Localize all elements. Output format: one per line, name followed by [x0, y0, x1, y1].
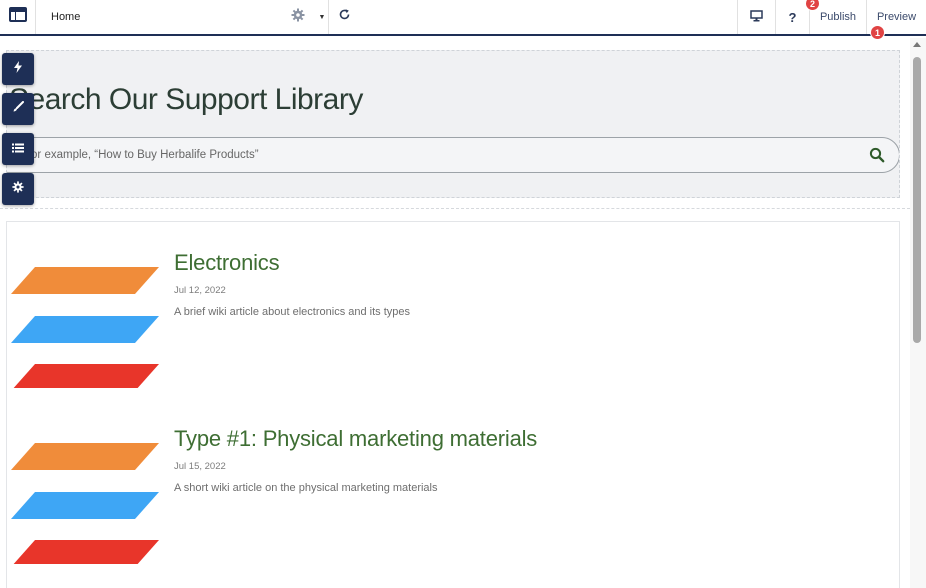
page-selector[interactable]: Home [36, 0, 280, 34]
preview-label: Preview [876, 11, 917, 23]
magnifier-icon[interactable] [869, 147, 885, 168]
scrollbar-thumb[interactable] [913, 57, 921, 343]
article-list: Electronics Jul 12, 2022 A brief wiki ar… [6, 221, 900, 588]
publish-label: Publish [819, 11, 857, 23]
search-placeholder: For example, “How to Buy Herbalife Produ… [24, 149, 259, 161]
settings-tool-button[interactable] [2, 173, 34, 205]
search-input[interactable]: For example, “How to Buy Herbalife Produ… [7, 137, 899, 173]
help-label: ? [788, 9, 797, 25]
article-thumbnail [11, 420, 159, 567]
preview-button[interactable]: Preview 1 [866, 0, 926, 40]
publish-step-badge: 2 [805, 0, 820, 11]
page-name: Home [51, 11, 81, 23]
article-date: Jul 12, 2022 [174, 285, 226, 296]
gear-icon [291, 8, 305, 27]
publish-button[interactable]: Publish 2 [805, 0, 866, 34]
article-date: Jul 15, 2022 [174, 461, 226, 472]
paint-brush-icon [12, 100, 24, 118]
article-title[interactable]: Electronics [174, 250, 280, 276]
article-title[interactable]: Type #1: Physical marketing materials [174, 426, 537, 452]
search-heading: Search Our Support Library [9, 83, 363, 116]
style-tool-button[interactable] [2, 93, 34, 125]
list-icon [12, 140, 24, 158]
refresh-button[interactable] [328, 0, 360, 34]
article-item[interactable]: Electronics Jul 12, 2022 A brief wiki ar… [7, 244, 901, 404]
preview-step-badge: 1 [870, 25, 885, 40]
device-preview-button[interactable] [737, 0, 775, 34]
article-description: A short wiki article on the physical mar… [174, 482, 438, 494]
actions-tool-button[interactable] [2, 53, 34, 85]
lightning-bolt-icon [13, 60, 23, 78]
article-item[interactable]: Type #1: Physical marketing materials Ju… [7, 420, 901, 580]
page-dropdown-button[interactable]: ▼ [316, 0, 328, 34]
layout-panels-icon [8, 7, 27, 27]
article-description: A brief wiki article about electronics a… [174, 306, 411, 318]
caret-down-icon: ▼ [318, 13, 326, 21]
settings-gear-icon [12, 180, 24, 198]
panels-toggle-button[interactable] [0, 0, 36, 34]
article-thumbnail [11, 244, 159, 391]
refresh-icon [338, 8, 351, 26]
desktop-monitor-icon [750, 9, 763, 25]
scroll-up-arrow[interactable] [913, 42, 921, 47]
page-editor: Home ▼ ? Publish 2 Preview 1 Search Our … [0, 0, 926, 588]
help-button[interactable]: ? [775, 0, 809, 34]
page-settings-button[interactable] [280, 0, 316, 34]
editor-toolbar: Home ▼ ? Publish 2 Preview 1 [0, 0, 926, 40]
search-section: Search Our Support Library For example, … [6, 50, 900, 198]
section-divider [0, 208, 910, 209]
layers-tool-button[interactable] [2, 133, 34, 165]
